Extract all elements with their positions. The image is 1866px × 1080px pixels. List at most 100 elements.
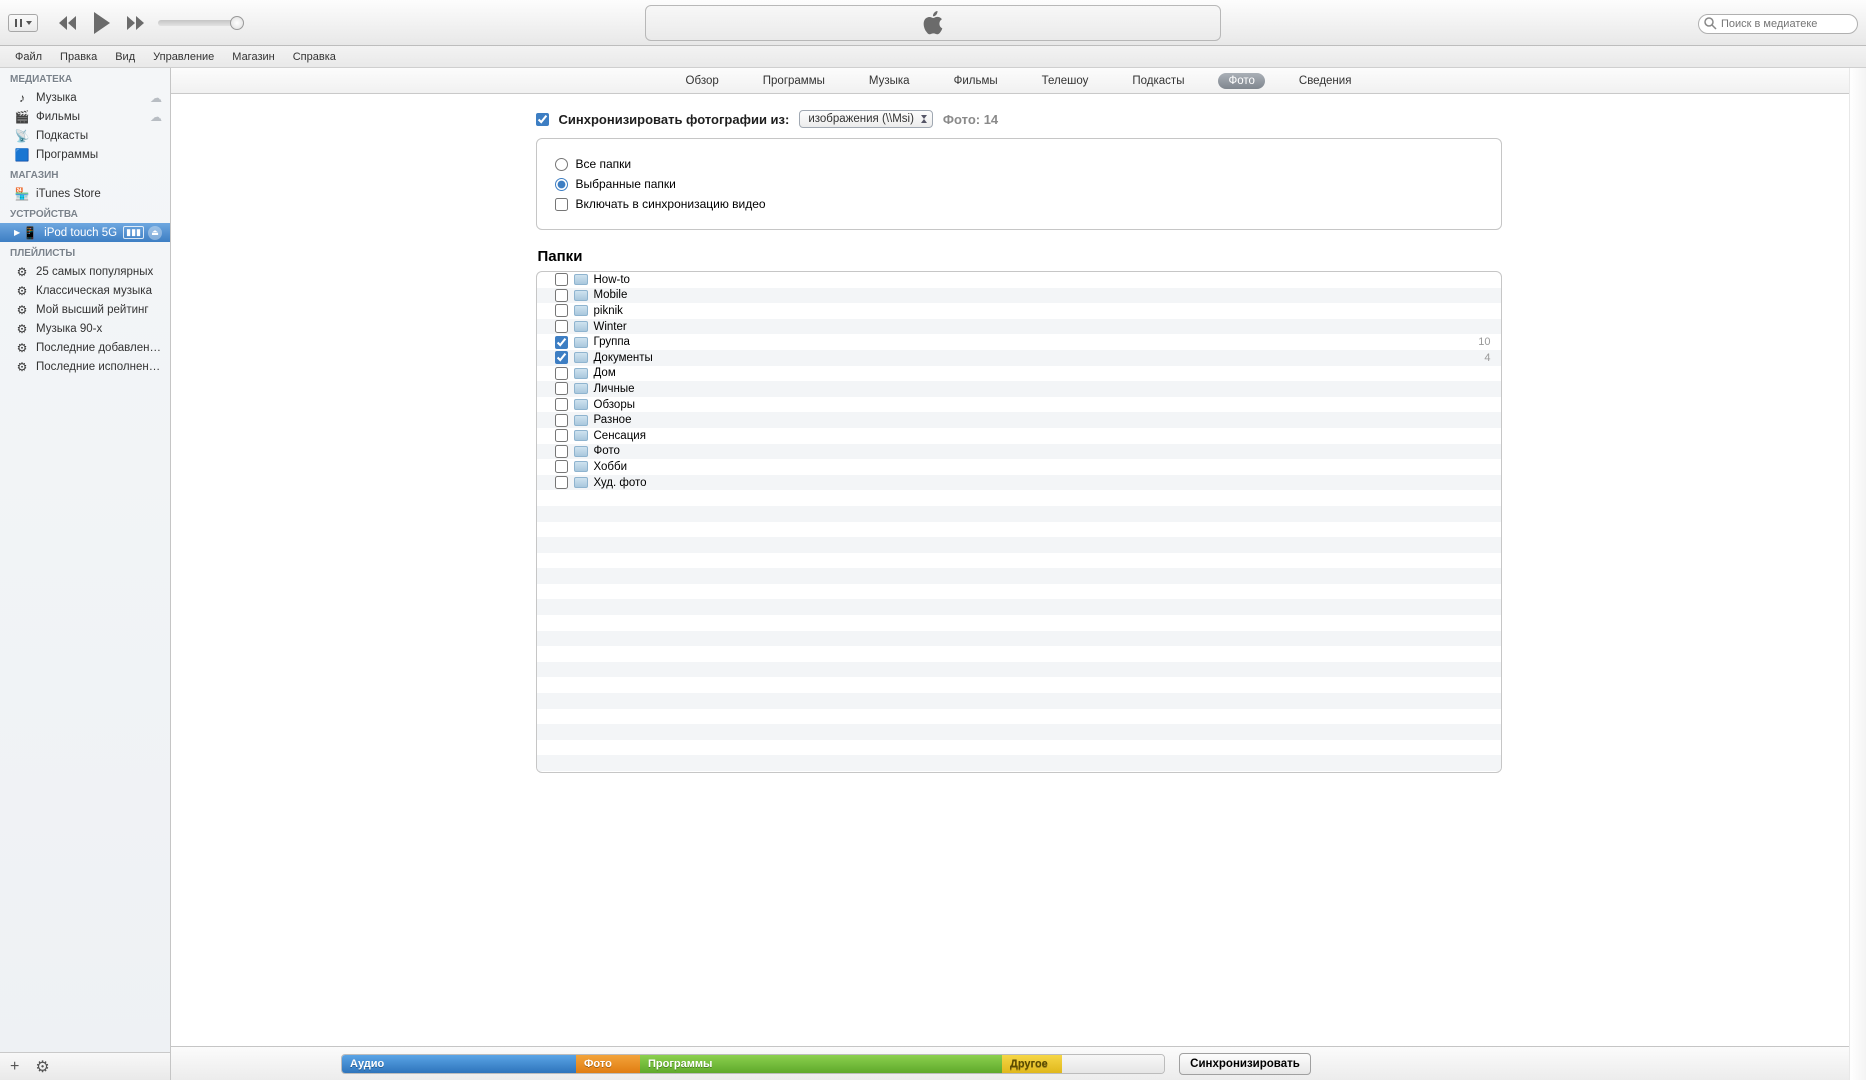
folder-row[interactable]: How-to	[537, 272, 1501, 288]
selected-folders-radio[interactable]	[555, 178, 568, 191]
folder-checkbox[interactable]	[555, 367, 568, 380]
sidebar-item[interactable]: 🟦Программы	[0, 145, 170, 164]
folder-row[interactable]: Дом	[537, 366, 1501, 382]
folder-row[interactable]	[537, 709, 1501, 725]
sidebar-item[interactable]: ♪ Музыка☁	[0, 88, 170, 107]
sidebar-item[interactable]: ⚙Последние исполненные	[0, 357, 170, 376]
sidebar-item[interactable]: ⚙25 самых популярных	[0, 262, 170, 281]
folder-row[interactable]	[537, 615, 1501, 631]
sidebar-toggle-button[interactable]	[8, 14, 38, 32]
tab-Телешоу[interactable]: Телешоу	[1032, 73, 1099, 89]
menu-файл[interactable]: Файл	[6, 51, 51, 63]
eject-button[interactable]: ⏏	[148, 226, 162, 240]
play-button[interactable]	[92, 12, 112, 34]
folder-checkbox[interactable]	[555, 320, 568, 333]
folder-checkbox[interactable]	[555, 382, 568, 395]
folder-row[interactable]: Разное	[537, 412, 1501, 428]
sidebar-item-icon: 🎬	[14, 109, 30, 125]
folder-checkbox[interactable]	[555, 398, 568, 411]
tab-Музыка[interactable]: Музыка	[859, 73, 920, 89]
sidebar-item[interactable]: 📡Подкасты	[0, 126, 170, 145]
tab-Подкасты[interactable]: Подкасты	[1122, 73, 1194, 89]
folder-row[interactable]	[537, 693, 1501, 709]
search-input[interactable]	[1698, 14, 1858, 34]
tab-Фильмы[interactable]: Фильмы	[944, 73, 1008, 89]
cloud-icon[interactable]: ☁	[150, 91, 162, 105]
menu-справка[interactable]: Справка	[284, 51, 345, 63]
folder-row[interactable]	[537, 537, 1501, 553]
folder-checkbox[interactable]	[555, 304, 568, 317]
folder-row[interactable]	[537, 522, 1501, 538]
prev-track-button[interactable]	[58, 16, 78, 30]
folder-checkbox[interactable]	[555, 289, 568, 302]
folder-row[interactable]: Худ. фото	[537, 475, 1501, 491]
sidebar-item[interactable]: 🎬Фильмы☁	[0, 107, 170, 126]
folder-row[interactable]: Группа10	[537, 334, 1501, 350]
photo-source-select[interactable]: изображения (\\Msi)	[799, 110, 933, 128]
menu-магазин[interactable]: Магазин	[223, 51, 283, 63]
folder-checkbox[interactable]	[555, 273, 568, 286]
folder-row[interactable]: Mobile	[537, 288, 1501, 304]
all-folders-radio[interactable]	[555, 158, 568, 171]
sidebar-item[interactable]: ⚙Классическая музыка	[0, 281, 170, 300]
folder-checkbox[interactable]	[555, 351, 568, 364]
folder-row[interactable]	[537, 568, 1501, 584]
folder-row[interactable]	[537, 677, 1501, 693]
folder-checkbox[interactable]	[555, 460, 568, 473]
folder-row[interactable]	[537, 724, 1501, 740]
add-playlist-button[interactable]: +	[10, 1058, 19, 1076]
folder-icon	[574, 290, 588, 301]
sidebar-item-icon: 🏪	[14, 186, 30, 202]
tab-Программы[interactable]: Программы	[753, 73, 835, 89]
tab-Обзор[interactable]: Обзор	[676, 73, 729, 89]
sidebar-item[interactable]: ⚙Мой высший рейтинг	[0, 300, 170, 319]
sidebar-item[interactable]: ⚙Музыка 90-х	[0, 319, 170, 338]
folder-row[interactable]: Фото	[537, 444, 1501, 460]
folder-row[interactable]: Сенсация	[537, 428, 1501, 444]
folder-row[interactable]	[537, 553, 1501, 569]
folder-row[interactable]: Документы4	[537, 350, 1501, 366]
folder-row[interactable]: Хобби	[537, 459, 1501, 475]
folder-row[interactable]: Личные	[537, 381, 1501, 397]
sync-button[interactable]: Синхронизировать	[1179, 1053, 1311, 1075]
menu-вид[interactable]: Вид	[106, 51, 144, 63]
folder-row[interactable]	[537, 599, 1501, 615]
folder-row[interactable]: piknik	[537, 303, 1501, 319]
folder-row[interactable]	[537, 490, 1501, 506]
next-track-button[interactable]	[126, 16, 146, 30]
folder-checkbox[interactable]	[555, 414, 568, 427]
folders-title: Папки	[538, 248, 1502, 265]
sidebar-item[interactable]: 🏪iTunes Store	[0, 184, 170, 203]
sidebar-item-icon: ⚙	[14, 340, 30, 356]
sidebar-item[interactable]: ▶📱iPod touch 5G▮▮▮⏏	[0, 223, 170, 242]
folder-checkbox[interactable]	[555, 429, 568, 442]
folder-row[interactable]	[537, 584, 1501, 600]
folder-checkbox[interactable]	[555, 336, 568, 349]
sync-photos-checkbox[interactable]	[536, 113, 549, 126]
folder-checkbox[interactable]	[555, 476, 568, 489]
cloud-icon[interactable]: ☁	[150, 110, 162, 124]
tab-Сведения[interactable]: Сведения	[1289, 73, 1362, 89]
folder-row[interactable]	[537, 646, 1501, 662]
capacity-apps: Программы	[640, 1055, 1002, 1073]
folder-row[interactable]	[537, 755, 1501, 771]
tab-Фото[interactable]: Фото	[1218, 73, 1264, 89]
folder-row[interactable]	[537, 506, 1501, 522]
include-video-checkbox[interactable]	[555, 198, 568, 211]
sidebar-item-label: Музыка 90-х	[36, 323, 162, 335]
volume-knob[interactable]	[230, 16, 244, 30]
folder-row[interactable]: Winter	[537, 319, 1501, 335]
menu-правка[interactable]: Правка	[51, 51, 106, 63]
folder-row[interactable]	[537, 631, 1501, 647]
menu-управление[interactable]: Управление	[144, 51, 223, 63]
folder-row[interactable]	[537, 662, 1501, 678]
folder-row[interactable]: Обзоры	[537, 397, 1501, 413]
sidebar-settings-button[interactable]: ⚙	[35, 1057, 49, 1077]
sidebar-item-label: Музыка	[36, 92, 150, 104]
volume-slider[interactable]	[158, 20, 243, 26]
sidebar-item[interactable]: ⚙Последние добавленные	[0, 338, 170, 357]
sidebar-item-icon: ♪	[14, 90, 30, 106]
capacity-free	[1062, 1055, 1164, 1073]
folder-row[interactable]	[537, 740, 1501, 756]
folder-checkbox[interactable]	[555, 445, 568, 458]
